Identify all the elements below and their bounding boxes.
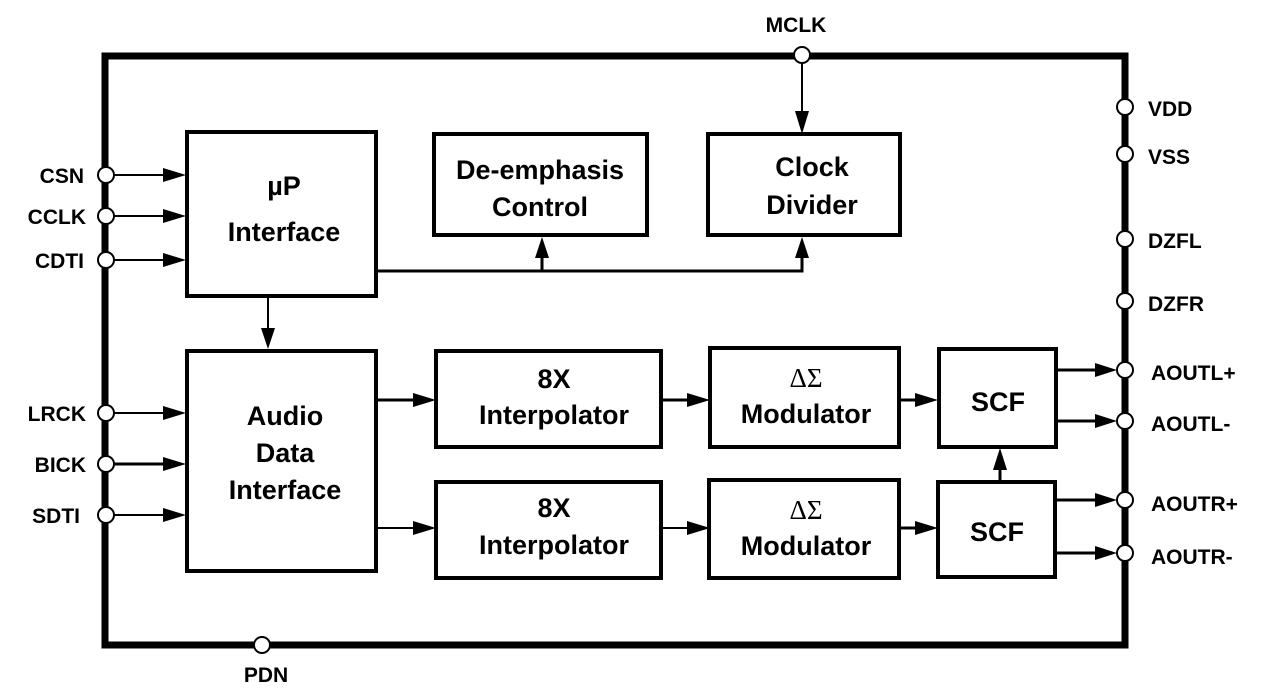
arrowhead	[163, 406, 186, 420]
arrowhead	[261, 328, 275, 349]
pin-sdti	[97, 506, 115, 524]
audio-data-interface-block: Audio Data Interface	[185, 349, 378, 573]
up-interface-block: µP Interface	[185, 130, 378, 298]
arrowhead	[915, 521, 938, 535]
scf-right-label: SCF	[970, 517, 1024, 547]
interpolator-right-label-2: Interpolator	[479, 530, 629, 560]
clock-divider-block: Clock Divider	[706, 132, 902, 237]
pin-bick	[97, 455, 115, 473]
arrowhead	[915, 393, 938, 407]
interpolator-right-block: 8X Interpolator	[434, 480, 663, 580]
pin-cclk	[97, 207, 115, 225]
pin-label-aoutl-plus: AOUTL+	[1151, 362, 1236, 385]
arrowhead	[163, 508, 186, 522]
pin-label-vss: VSS	[1148, 146, 1190, 169]
interpolator-left-block: 8X Interpolator	[434, 349, 663, 449]
arrowhead	[1095, 363, 1117, 377]
modulator-left-block: ΔΣ Modulator	[708, 346, 901, 449]
pin-label-pdn: PDN	[244, 664, 288, 687]
audio-data-label-3: Interface	[229, 475, 342, 505]
arrowhead	[163, 209, 186, 223]
pin-csn	[97, 166, 115, 184]
modulator-right-block: ΔΣ Modulator	[707, 478, 901, 580]
pin-label-mclk: MCLK	[766, 14, 827, 37]
arrowhead	[413, 393, 436, 407]
arrowhead	[535, 237, 549, 258]
arrowhead	[163, 168, 186, 182]
pin-cdti	[97, 251, 115, 269]
pin-dzfr	[1116, 292, 1134, 310]
scf-left-block: SCF	[937, 347, 1058, 449]
scf-left-label: SCF	[971, 387, 1025, 417]
pin-label-vdd: VDD	[1148, 98, 1192, 121]
pin-aoutr-minus	[1116, 544, 1134, 562]
deemphasis-label-2: Control	[492, 192, 588, 222]
clock-divider-label-2: Divider	[766, 190, 858, 220]
modulator-right-label: Modulator	[741, 531, 872, 561]
modulator-left-label: Modulator	[741, 399, 872, 429]
pin-aoutl-plus	[1116, 361, 1134, 379]
block-diagram: µP Interface De-emphasis Control Clock D…	[28, 14, 1238, 687]
scf-right-block: SCF	[936, 480, 1057, 579]
interpolator-right-label-1: 8X	[537, 493, 570, 523]
pin-label-bick: BICK	[35, 454, 86, 477]
arrowhead	[687, 521, 710, 535]
pin-label-aoutl-minus: AOUTL-	[1151, 413, 1230, 436]
pin-dzfl	[1116, 230, 1134, 248]
arrowhead	[687, 393, 710, 407]
up-interface-label-2: Interface	[228, 217, 341, 247]
pin-lrck	[97, 404, 115, 422]
pin-aoutl-minus	[1116, 412, 1134, 430]
audio-data-label-1: Audio	[247, 401, 323, 431]
deemphasis-control-block: De-emphasis Control	[432, 132, 649, 237]
arrowhead	[993, 448, 1007, 470]
arrowhead	[1095, 414, 1117, 428]
arrowhead	[163, 253, 186, 267]
pin-label-dzfr: DZFR	[1148, 293, 1204, 316]
pin-label-cdti: CDTI	[35, 250, 84, 273]
modulator-right-symbol: ΔΣ	[789, 495, 822, 525]
clock-divider-label-1: Clock	[775, 152, 850, 182]
wire-up-control-bus	[376, 255, 804, 273]
pin-label-cclk: CCLK	[28, 206, 86, 229]
arrowhead	[1095, 546, 1117, 560]
pin-label-sdti: SDTI	[32, 505, 80, 528]
interpolator-left-label-1: 8X	[537, 364, 570, 394]
audio-data-label-2: Data	[256, 438, 316, 468]
arrowhead	[795, 237, 809, 258]
pin-label-csn: CSN	[40, 165, 84, 188]
pin-vdd	[1116, 98, 1134, 116]
arrowhead	[1095, 493, 1117, 507]
up-interface-label-1: µP	[267, 171, 301, 201]
pin-label-aoutr-plus: AOUTR+	[1151, 493, 1238, 516]
pin-vss	[1116, 145, 1134, 163]
interpolator-left-label-2: Interpolator	[479, 400, 629, 430]
arrowhead	[163, 457, 186, 471]
deemphasis-label-1: De-emphasis	[456, 155, 624, 185]
pin-label-dzfl: DZFL	[1148, 230, 1202, 253]
arrowhead	[413, 521, 436, 535]
pin-label-lrck: LRCK	[28, 403, 86, 426]
pin-aoutr-plus	[1116, 491, 1134, 509]
pin-mclk	[793, 46, 811, 64]
pin-pdn	[253, 636, 271, 654]
pin-label-aoutr-minus: AOUTR-	[1151, 546, 1233, 569]
modulator-left-symbol: ΔΣ	[789, 363, 822, 393]
arrowhead	[795, 111, 809, 134]
